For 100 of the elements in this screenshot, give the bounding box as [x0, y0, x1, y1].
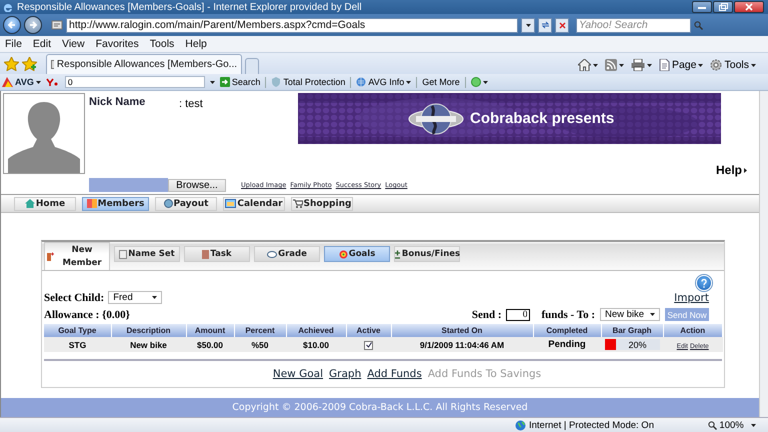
file-path-field[interactable]	[89, 178, 168, 192]
browse-button[interactable]: Browse...	[168, 178, 226, 192]
calendar-icon	[225, 199, 236, 208]
coins-icon	[164, 199, 173, 208]
menu-item[interactable]: Edit	[32, 38, 52, 50]
sub-tab[interactable]: Bonus/Fines	[394, 246, 460, 262]
favorites-button[interactable]	[4, 57, 19, 71]
minimize-button[interactable]	[692, 1, 712, 13]
action-link[interactable]: Add Funds	[367, 368, 422, 380]
stop-button[interactable]	[555, 18, 569, 32]
import-link[interactable]: Import	[674, 292, 709, 304]
goal-dropdown[interactable]: New bike	[600, 308, 660, 321]
menu-item[interactable]: Help	[185, 38, 207, 50]
refresh-button[interactable]	[538, 18, 552, 32]
globe-icon	[356, 77, 366, 87]
task-icon	[202, 250, 210, 258]
circle-icon	[470, 77, 481, 87]
close-button[interactable]	[734, 1, 764, 13]
toolbar-button[interactable]: Search	[220, 77, 260, 87]
sub-tab[interactable]: Task	[184, 246, 250, 262]
dropdown-button[interactable]	[521, 18, 535, 32]
toolbar-menu-button[interactable]	[470, 77, 488, 87]
people-icon	[86, 199, 97, 208]
caret-icon	[698, 64, 704, 66]
menu-item[interactable]: Favorites	[96, 38, 139, 50]
banner[interactable]: Cobraback presents	[298, 93, 721, 144]
y-logo-icon	[46, 78, 60, 86]
caret-icon	[751, 64, 756, 66]
column-header: Achieved	[286, 324, 346, 337]
caret-icon	[526, 24, 530, 26]
table-cell: 9/1/2009 11:04:46 AM	[391, 337, 533, 352]
command-button[interactable]: Page	[658, 59, 704, 71]
nav-tab[interactable]: Calendar	[223, 196, 285, 210]
nav-tab[interactable]: Members	[82, 196, 149, 210]
child-dropdown[interactable]: Fred	[108, 291, 162, 304]
banner-title: Cobraback presents	[470, 110, 614, 127]
triangle-icon	[744, 168, 747, 172]
caret-icon	[482, 80, 488, 84]
command-button[interactable]: Tools	[710, 59, 756, 71]
zoom-button[interactable]: 100%	[708, 420, 756, 430]
nav-tab[interactable]: Payout	[155, 196, 217, 210]
restore-button[interactable]	[713, 1, 733, 13]
menu-item[interactable]: File	[5, 38, 22, 50]
toolbar-button[interactable]: AVG Info	[356, 77, 412, 87]
table-cell: %50	[234, 337, 286, 352]
question-mark-icon	[701, 278, 707, 288]
browser-logo-icon	[3, 2, 13, 12]
security-zone-text: Internet | Protected Mode: On	[529, 420, 654, 430]
column-header: Description	[111, 324, 186, 337]
caret-icon	[210, 80, 215, 84]
active-checkbox[interactable]	[364, 340, 373, 350]
home-button[interactable]	[578, 59, 598, 71]
column-header: Goal Type	[44, 324, 111, 337]
search-icon	[694, 20, 703, 30]
sub-tab[interactable]: Grade	[254, 246, 320, 262]
house-icon	[24, 199, 35, 208]
nick-name-value: : test	[179, 97, 203, 112]
dropdown-button[interactable]	[210, 80, 215, 84]
search-field[interactable]: Yahoo! Search	[576, 18, 691, 32]
toolbar-search-field[interactable]: 0	[64, 76, 205, 88]
print-button[interactable]	[630, 59, 652, 71]
column-header: Percent	[234, 324, 286, 337]
menu-item[interactable]: View	[62, 38, 85, 50]
forward-button[interactable]	[24, 16, 42, 34]
menu-item[interactable]: Tools	[150, 38, 174, 50]
caret-icon	[751, 424, 756, 426]
magnifier-icon	[708, 420, 718, 430]
scrollbar[interactable]	[759, 91, 768, 417]
back-button[interactable]	[3, 16, 21, 34]
add-favorites-button[interactable]	[22, 57, 37, 71]
globe-logo-icon	[408, 102, 464, 136]
sub-tab[interactable]: New Member	[44, 242, 110, 270]
shield-icon	[271, 77, 282, 87]
nav-tab[interactable]: Home	[14, 196, 76, 210]
table-cell: $50.00	[186, 337, 234, 352]
refresh-icon	[540, 21, 550, 29]
column-header: Active	[346, 324, 391, 337]
sub-tab[interactable]: Name Set	[114, 246, 180, 262]
help-link[interactable]: Help	[716, 163, 747, 177]
column-header: Started On	[391, 324, 533, 337]
action-link: Add Funds To Savings	[428, 368, 542, 380]
action-link[interactable]: Graph	[329, 368, 362, 380]
help-button[interactable]	[696, 275, 712, 291]
arrow-icon	[220, 77, 230, 87]
person-plus-icon	[45, 252, 54, 261]
table-cell: New bike	[111, 337, 186, 352]
nav-tab[interactable]: Shopping	[291, 196, 353, 210]
sub-tab[interactable]: Goals	[324, 246, 390, 262]
address-field[interactable]: http://www.ralogin.com/main/Parent/Members.aspx?cmd=Goals	[66, 18, 518, 32]
send-amount-field[interactable]: 0	[506, 308, 530, 320]
toolbar-button[interactable]: Total Protection	[271, 77, 346, 87]
caret-icon	[36, 80, 41, 84]
avg-button[interactable]: AVG	[2, 77, 41, 87]
toolbar-link[interactable]: Get More	[422, 77, 460, 87]
globe-icon	[515, 420, 526, 430]
browser-tab[interactable]: Responsible Allowances [Members-Go...	[46, 54, 242, 74]
table-cell: Pending	[533, 337, 601, 352]
feeds-button[interactable]	[604, 59, 624, 71]
caret-icon	[650, 313, 655, 316]
action-link[interactable]: New Goal	[272, 368, 324, 380]
